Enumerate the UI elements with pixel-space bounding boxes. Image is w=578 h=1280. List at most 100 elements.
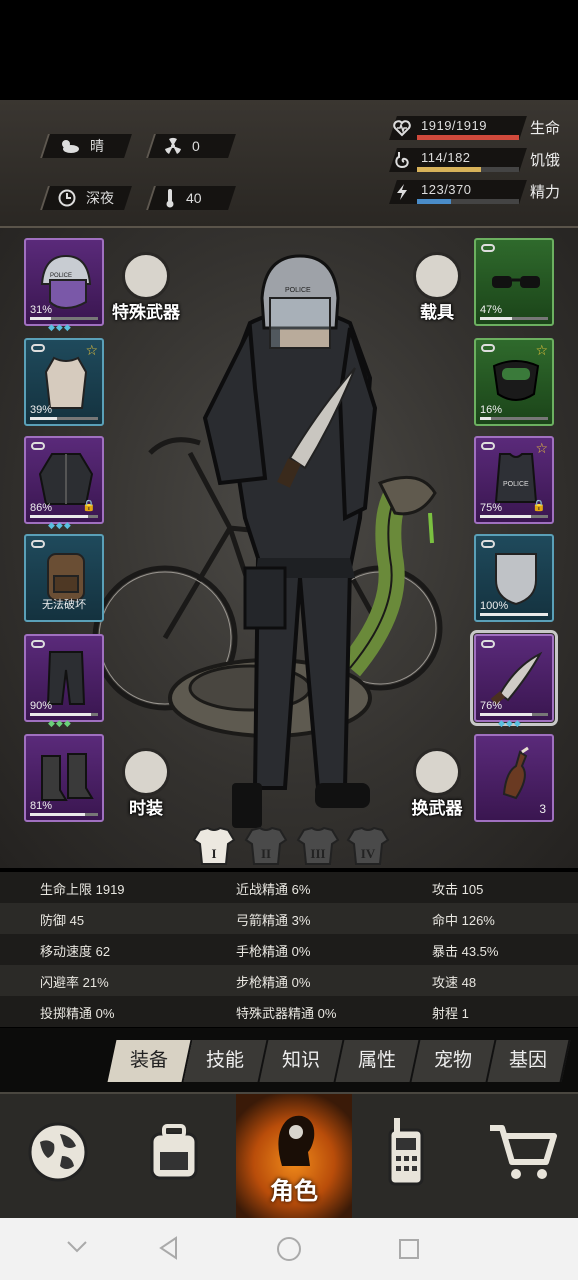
- thermometer-icon: [166, 189, 174, 208]
- status-panel: 晴 0 深夜 40 1919/1919 生命 114/182 饥饿 123/37…: [0, 100, 578, 314]
- radiation-icon: [165, 137, 181, 154]
- attribute-cell: 生命上限 1919: [40, 882, 125, 897]
- slot-durability-text: 47%: [480, 304, 503, 316]
- chevron-down-icon[interactable]: [66, 1240, 88, 1254]
- slot-durability-text: 90%: [30, 700, 53, 712]
- character-tabs: 装备 技能 知识 属性 宠物 基因: [0, 1028, 578, 1092]
- police-helmet-icon: POLICE: [40, 254, 92, 310]
- attribute-cell: 射程 1: [432, 1006, 469, 1021]
- nav-character[interactable]: 角色: [236, 1094, 352, 1218]
- slot-durability-text: 100%: [480, 600, 509, 612]
- tab-pets[interactable]: 宠物: [411, 1040, 497, 1082]
- recent-apps-icon[interactable]: [398, 1238, 420, 1260]
- svg-text:I: I: [211, 846, 216, 861]
- attribute-cell: 步枪精通 0%: [236, 975, 311, 990]
- equip-slot-pants[interactable]: 90% ◆◆◆: [24, 634, 104, 728]
- nav-shop[interactable]: [466, 1094, 578, 1218]
- equip-slot-boots[interactable]: 81%: [24, 734, 104, 822]
- health-label: 生命: [530, 120, 561, 137]
- attribute-cell: 投掷精通 0%: [40, 1006, 115, 1021]
- svg-text:POLICE: POLICE: [50, 273, 72, 279]
- special-weapon-button[interactable]: 特殊武器: [101, 252, 191, 323]
- attribute-row: 移动速度 62 手枪精通 0% 暴击 43.5%: [0, 934, 578, 965]
- health-value: 1919/1919: [421, 118, 487, 133]
- globe-icon: [28, 1122, 88, 1182]
- attribute-cell: 闪避率 21%: [40, 975, 109, 990]
- attribute-cell: 弓箭精通 3%: [236, 913, 311, 928]
- tab-knowledge[interactable]: 知识: [259, 1040, 345, 1082]
- stomach-icon: [395, 152, 409, 169]
- slot-durability-text: 75%: [480, 502, 503, 514]
- temperature-chip: 40: [146, 186, 236, 210]
- gas-mask-icon: [492, 360, 540, 401]
- equip-slot-shirt[interactable]: ☆ 39%: [24, 338, 104, 426]
- equip-slot-shield[interactable]: 100%: [474, 534, 554, 622]
- fashion-button[interactable]: 时装: [101, 748, 191, 819]
- swap-arrows-icon: [413, 748, 461, 796]
- outfit-tab-3[interactable]: III: [296, 826, 340, 866]
- home-icon[interactable]: [276, 1236, 302, 1262]
- equip-slot-vest[interactable]: ☆ POLICE 75% 🔒: [474, 436, 554, 524]
- slot-durability-bar: [480, 317, 548, 320]
- attribute-row: 防御 45 弓箭精通 3% 命中 126%: [0, 903, 578, 934]
- special-weapon-label: 特殊武器: [112, 303, 180, 322]
- special-weapon-icon: [122, 252, 170, 300]
- nav-world-map[interactable]: [0, 1094, 116, 1218]
- gem-sockets: ◆◆◆: [498, 718, 522, 728]
- character-scene: POLICE POLICE 31% ◆◆◆ ☆ 39% 86% 🔒 ◆◆◆ 无法…: [0, 228, 578, 868]
- shopping-cart-icon: [490, 1125, 557, 1179]
- slot-durability-bar: [480, 515, 548, 518]
- equip-slot-mask[interactable]: ☆ 16%: [474, 338, 554, 426]
- svg-text:III: III: [310, 846, 325, 861]
- tab-genes[interactable]: 基因: [487, 1040, 571, 1082]
- equip-slot-backpack[interactable]: 无法破坏: [24, 534, 104, 622]
- attribute-cell: 特殊武器精通 0%: [236, 1006, 337, 1021]
- nav-inventory[interactable]: [116, 1094, 232, 1218]
- tab-attributes[interactable]: 属性: [335, 1040, 421, 1082]
- svg-text:POLICE: POLICE: [285, 287, 311, 294]
- slot-durability-bar: [30, 813, 98, 816]
- tab-skills[interactable]: 技能: [183, 1040, 269, 1082]
- attributes-table: 生命上限 1919 近战精通 6% 攻击 105 防御 45 弓箭精通 3% 命…: [0, 870, 578, 1028]
- fashion-label: 时装: [129, 799, 163, 818]
- slot-durability-bar: [30, 317, 98, 320]
- item-count: 3: [539, 802, 546, 816]
- attribute-cell: 手枪精通 0%: [236, 944, 311, 959]
- walkie-talkie-icon: [388, 1118, 424, 1186]
- lock-icon: 🔒: [532, 500, 546, 512]
- machete-icon: [490, 651, 543, 705]
- weather-text: 晴: [90, 138, 104, 154]
- equip-slot-glasses[interactable]: 47%: [474, 238, 554, 326]
- attribute-row: 生命上限 1919 近战精通 6% 攻击 105: [0, 872, 578, 903]
- top-blank-area: [0, 0, 578, 100]
- attribute-row: 闪避率 21% 步枪精通 0% 攻速 48: [0, 965, 578, 996]
- slot-durability-text: 86%: [30, 502, 53, 514]
- back-icon[interactable]: [158, 1236, 180, 1260]
- equip-slot-weapon[interactable]: 76% ◆◆◆: [470, 630, 558, 728]
- svg-text:II: II: [261, 846, 271, 861]
- attribute-cell: 暴击 43.5%: [432, 944, 499, 959]
- outfit-tab-2[interactable]: II: [244, 826, 288, 866]
- energy-stat: 123/370 精力: [385, 180, 575, 206]
- equip-slot-jacket[interactable]: 86% 🔒 ◆◆◆: [24, 436, 104, 530]
- outfit-tab-4[interactable]: IV: [346, 826, 390, 866]
- nav-radio[interactable]: [348, 1094, 464, 1218]
- temperature-value: 40: [186, 190, 202, 206]
- glasses-icon: [492, 276, 540, 288]
- outfit-tab-1[interactable]: I: [192, 826, 236, 866]
- equip-slot-helmet[interactable]: POLICE 31% ◆◆◆: [24, 238, 104, 332]
- slot-durability-bar: [480, 613, 548, 616]
- vehicle-button[interactable]: 载具: [392, 252, 482, 323]
- shield-icon: [495, 553, 537, 606]
- tab-equipment[interactable]: 装备: [107, 1040, 193, 1082]
- equip-slot-throwable[interactable]: 3: [474, 734, 554, 822]
- hunger-value: 114/182: [421, 150, 471, 165]
- backpack-nav-icon: [150, 1124, 198, 1180]
- slot-durability-text: 76%: [480, 700, 503, 712]
- shirt-icon: [44, 356, 88, 409]
- radiation-chip: 0: [146, 134, 236, 158]
- swap-weapon-button[interactable]: 换武器: [392, 748, 482, 819]
- time-of-day-text: 深夜: [86, 190, 114, 206]
- health-stat: 1919/1919 生命: [385, 116, 575, 142]
- indestructible-label: 无法破坏: [42, 599, 86, 611]
